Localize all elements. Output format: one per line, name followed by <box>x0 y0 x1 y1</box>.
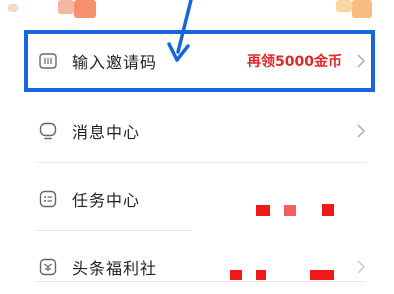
welfare-icon <box>38 257 58 277</box>
redaction-mark <box>322 204 334 216</box>
menu-item-welfare[interactable]: 头条福利社 <box>28 240 376 294</box>
settings-menu: 输入邀请码 再领5000金币 消息中心 任务中心 头条福利社 <box>0 0 394 282</box>
chevron-right-icon <box>357 260 366 274</box>
task-list-icon <box>38 189 58 209</box>
redaction-mark <box>256 270 266 280</box>
menu-item-message-center[interactable]: 消息中心 <box>28 104 376 158</box>
redaction-mark <box>230 270 242 280</box>
message-icon <box>38 121 58 141</box>
chevron-right-icon <box>357 124 366 138</box>
redaction-mark <box>284 205 296 216</box>
menu-item-label: 消息中心 <box>72 123 141 142</box>
highlight-box <box>24 30 375 92</box>
redaction-mark <box>256 205 270 216</box>
row-divider <box>36 162 366 163</box>
redaction-mark <box>310 270 334 280</box>
menu-item-label: 任务中心 <box>72 191 141 210</box>
row-divider <box>36 230 192 231</box>
menu-item-label: 头条福利社 <box>72 259 158 278</box>
menu-item-task-center[interactable]: 任务中心 <box>28 172 376 226</box>
